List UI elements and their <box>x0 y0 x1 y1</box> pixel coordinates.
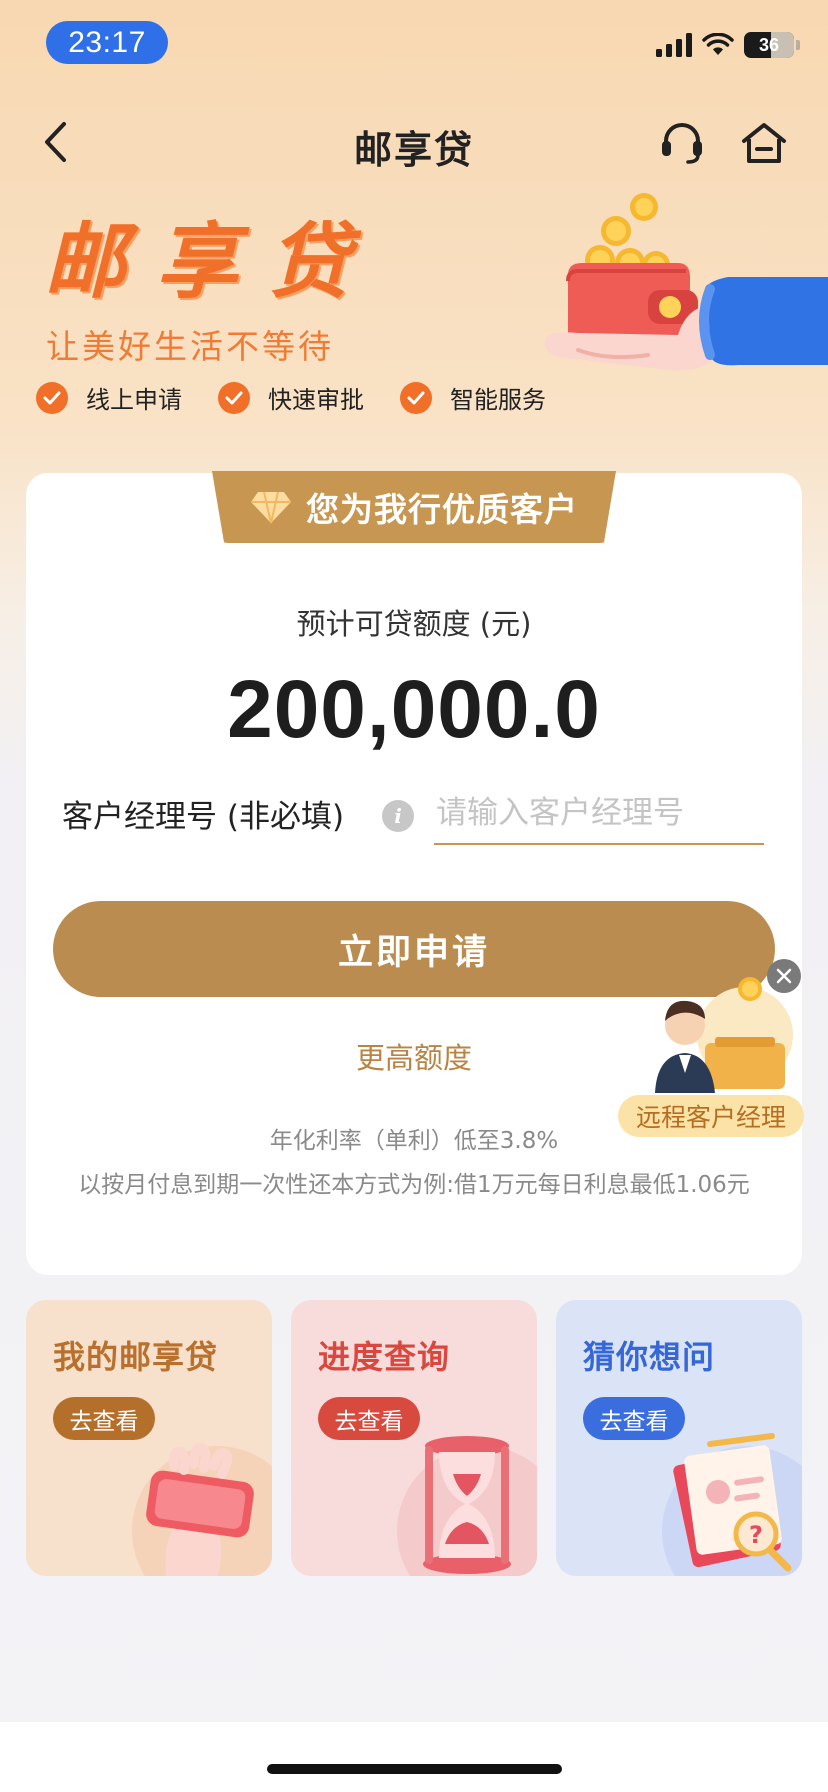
limit-label: 预计可贷额度 (元) <box>296 607 532 641</box>
close-icon[interactable] <box>767 959 801 993</box>
loan-card: 您为我行优质客户 预计可贷额度 (元) 200,000.0 客户经理号 (非必填… <box>26 471 802 1275</box>
vip-badge: 您为我行优质客户 <box>212 471 616 543</box>
manager-id-label: 客户经理号 (非必填) <box>62 799 345 835</box>
quick-entry-tiles: 我的邮享贷 去查看 进度查询 去查看 猜你想问 去查看 ? <box>26 1300 802 1576</box>
status-icons: 36 <box>656 32 800 58</box>
phone-hand-icon <box>146 1442 254 1576</box>
home-indicator <box>267 1764 562 1774</box>
battery-icon: 36 <box>744 32 800 58</box>
headset-icon <box>662 123 702 164</box>
manager-id-input[interactable] <box>434 783 764 845</box>
battery-level: 36 <box>758 34 780 55</box>
manager-avatar-illustration <box>655 977 793 1093</box>
diamond-icon <box>251 491 291 524</box>
feature-item: 快速审批 <box>218 380 364 415</box>
tile-title: 进度查询 <box>318 1338 451 1376</box>
status-time: 23:17 <box>46 21 168 64</box>
home-button[interactable] <box>736 115 792 171</box>
svg-text:?: ? <box>749 1521 763 1549</box>
nav-bar: 邮享贷 <box>0 105 828 185</box>
limit-value: 200,000.0 <box>227 664 601 755</box>
tile-progress-query[interactable]: 进度查询 去查看 <box>291 1300 537 1576</box>
tile-my-loan[interactable]: 我的邮享贷 去查看 <box>26 1300 272 1576</box>
document-question-icon: ? <box>673 1433 792 1572</box>
bottom-safe-area <box>0 1722 828 1792</box>
check-icon <box>36 381 68 414</box>
hero-subtitle: 让美好生活不等待 <box>46 327 334 366</box>
hero-title: 邮享贷 <box>44 215 380 310</box>
tile-title: 我的邮享贷 <box>53 1338 219 1376</box>
status-bar: 23:17 36 <box>0 0 828 90</box>
check-icon <box>400 381 432 414</box>
remote-manager-label: 远程客户经理 <box>618 1095 804 1137</box>
tile-faq[interactable]: 猜你想问 去查看 ? <box>556 1300 802 1576</box>
feature-item: 线上申请 <box>36 380 182 415</box>
feature-label: 智能服务 <box>450 386 546 414</box>
feature-list: 线上申请 快速审批 智能服务 <box>36 380 546 415</box>
remote-manager-widget[interactable]: 远程客户经理 <box>615 955 825 1140</box>
home-icon <box>742 123 786 163</box>
manager-id-row: 客户经理号 (非必填) i <box>62 783 766 845</box>
customer-service-button[interactable] <box>654 115 710 171</box>
feature-item: 智能服务 <box>400 380 546 415</box>
check-icon <box>218 381 250 414</box>
info-icon[interactable]: i <box>382 800 414 832</box>
feature-label: 快速审批 <box>268 386 364 414</box>
hourglass-icon <box>423 1436 511 1574</box>
signal-icon <box>656 33 692 57</box>
wallet-hand-illustration <box>544 193 828 371</box>
feature-label: 线上申请 <box>86 386 182 414</box>
tile-title: 猜你想问 <box>583 1338 716 1376</box>
vip-badge-label: 您为我行优质客户 <box>306 490 578 529</box>
wifi-icon <box>702 33 734 55</box>
interest-example-text: 以按月付息到期一次性还本方式为例:借1万元每日利息最低1.06元 <box>78 1172 750 1198</box>
